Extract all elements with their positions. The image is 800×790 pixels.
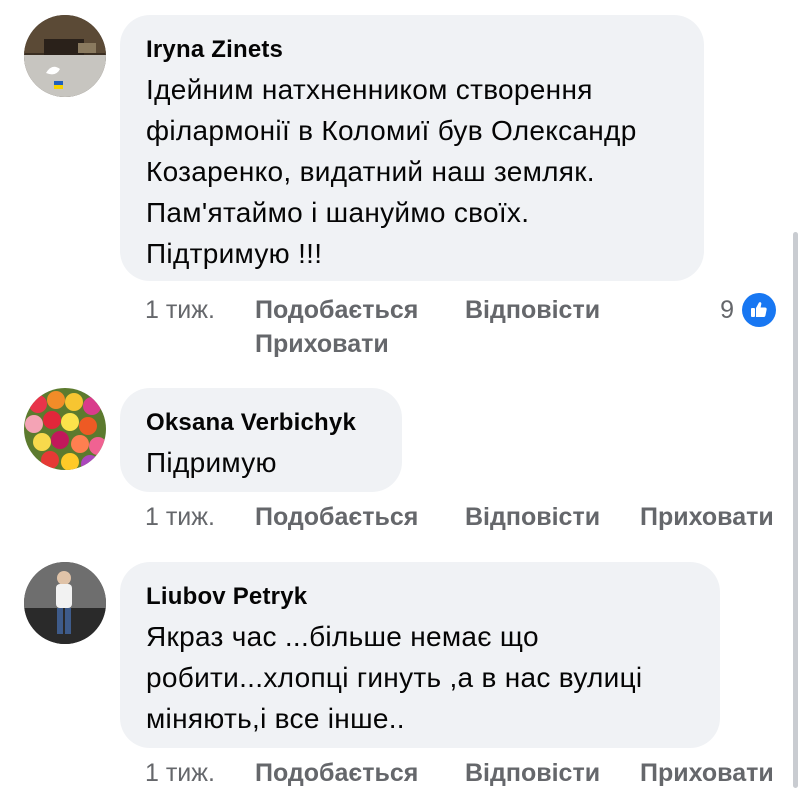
- comment-text: Підримую: [146, 442, 376, 483]
- comment-text-line: Підримую: [146, 447, 277, 478]
- scrollbar[interactable]: [793, 232, 798, 788]
- comment-author[interactable]: Iryna Zinets: [146, 35, 678, 65]
- comment-bubble: Iryna Zinets Ідейним натхненником створе…: [120, 15, 704, 281]
- reaction-summary[interactable]: 9: [720, 293, 776, 327]
- comment-timestamp[interactable]: 1 тиж.: [145, 500, 215, 534]
- hide-button[interactable]: Приховати: [640, 756, 774, 790]
- like-button[interactable]: Подобається: [255, 500, 418, 534]
- avatar[interactable]: [24, 388, 106, 470]
- comment-timestamp[interactable]: 1 тиж.: [145, 756, 215, 790]
- comment-text-line: Ідейним натхненником створення: [146, 74, 593, 105]
- like-thumbs-up-icon: [742, 293, 776, 327]
- comment-text-line: робити...хлопці гинуть ,а в нас вулиці: [146, 662, 643, 693]
- comment-text-line: Якраз час ...більше немає що: [146, 621, 539, 652]
- comment-text-line: філармонії в Коломиї був Олександр: [146, 115, 637, 146]
- reply-button[interactable]: Відповісти: [465, 756, 600, 790]
- reaction-count: 9: [720, 295, 734, 324]
- comment-bubble: Oksana Verbichyk Підримую: [120, 388, 402, 492]
- like-button[interactable]: Подобається: [255, 293, 418, 327]
- like-button[interactable]: Подобається: [255, 756, 418, 790]
- comment-text-line: міняють,і все інше..: [146, 703, 405, 734]
- avatar[interactable]: [24, 15, 106, 97]
- comment-text-line: Козаренко, видатний наш земляк.: [146, 156, 595, 187]
- reply-button[interactable]: Відповісти: [465, 293, 600, 327]
- comment-text: Якраз час ...більше немає що робити...хл…: [146, 616, 694, 739]
- avatar[interactable]: [24, 562, 106, 644]
- comment-timestamp[interactable]: 1 тиж.: [145, 293, 215, 327]
- comment-bubble: Liubov Petryk Якраз час ...більше немає …: [120, 562, 720, 748]
- hide-button[interactable]: Приховати: [255, 327, 389, 361]
- hide-button[interactable]: Приховати: [640, 500, 774, 534]
- comment-text-line: Пам'ятаймо і шануймо своїх.: [146, 197, 530, 228]
- comment-author[interactable]: Oksana Verbichyk: [146, 408, 376, 438]
- comment-author[interactable]: Liubov Petryk: [146, 582, 694, 612]
- comment-text-line: Підтримую !!!: [146, 238, 323, 269]
- comment-text: Ідейним натхненником створення філармоні…: [146, 69, 678, 274]
- reply-button[interactable]: Відповісти: [465, 500, 600, 534]
